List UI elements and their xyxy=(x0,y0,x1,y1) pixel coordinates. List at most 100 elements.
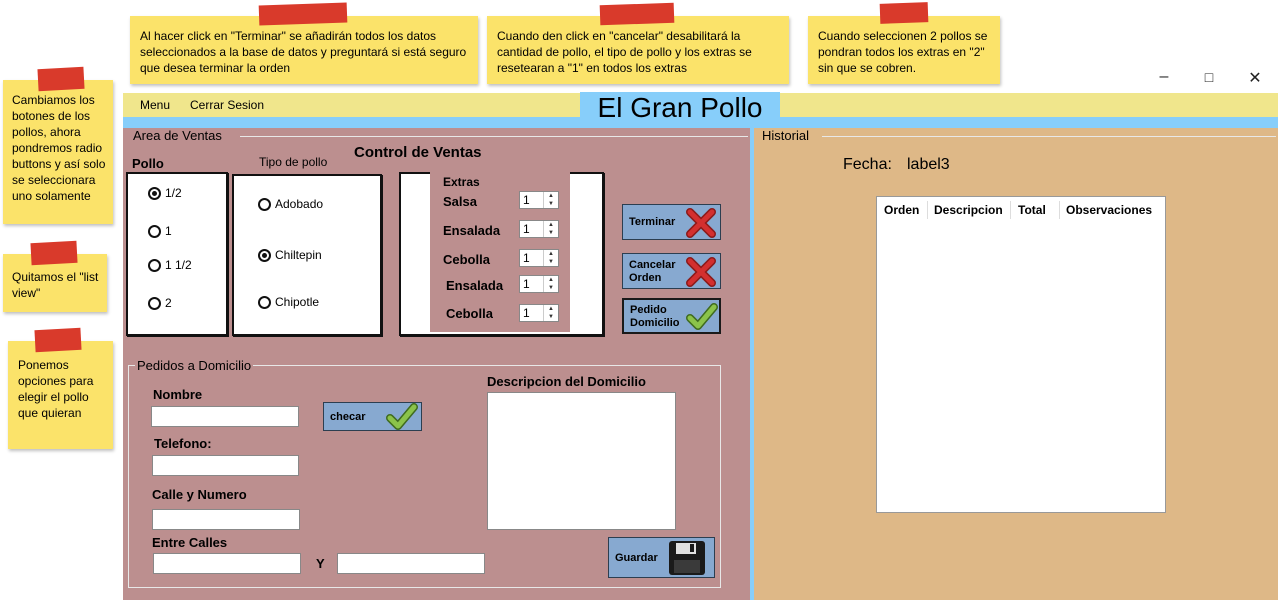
radio-label: 1/2 xyxy=(165,186,182,200)
green-check-icon xyxy=(686,303,718,330)
menu-item-menu[interactable]: Menu xyxy=(140,98,170,112)
nombre-input[interactable] xyxy=(151,406,299,427)
entre-calle-1-input[interactable] xyxy=(153,553,301,574)
spinner-arrows-icon[interactable]: ▲ ▼ xyxy=(543,276,558,292)
radio-selected-icon xyxy=(148,186,161,200)
sticky-note-text: Ponemos opciones para elegir el pollo qu… xyxy=(18,358,94,420)
extra-label-salsa: Salsa xyxy=(443,194,477,209)
sticky-note-text: Cambiamos los botones de los pollos, aho… xyxy=(12,93,106,203)
maximize-icon[interactable]: □ xyxy=(1194,69,1224,85)
extra-cebolla-2-spinner[interactable]: 1 ▲ ▼ xyxy=(519,304,559,322)
fecha-value: label3 xyxy=(907,156,950,173)
cancelar-button-label-1: Cancelar xyxy=(629,259,676,271)
telefono-input[interactable] xyxy=(152,455,299,476)
sticky-note-text: Cuando den click en "cancelar" desabilit… xyxy=(497,29,752,75)
tape-decoration xyxy=(879,2,929,24)
tape-decoration xyxy=(599,2,675,26)
checar-button[interactable]: checar xyxy=(323,402,422,431)
sticky-note-text: Quitamos el "list view" xyxy=(12,270,99,300)
spinner-value: 1 xyxy=(523,277,530,291)
sticky-note-text: Cuando seleccionen 2 pollos se pondran t… xyxy=(818,29,988,75)
pollo-option-two[interactable]: 2 xyxy=(148,296,172,310)
close-icon[interactable]: ✕ xyxy=(1240,68,1270,88)
pedido-button-label-1: Pedido xyxy=(630,304,667,316)
column-header-observaciones[interactable]: Observaciones xyxy=(1066,203,1152,217)
extra-cebolla-spinner[interactable]: 1 ▲ ▼ xyxy=(519,249,559,267)
red-x-icon xyxy=(686,208,716,238)
pollo-option-one-half[interactable]: 1 1/2 xyxy=(148,258,192,272)
extra-label-cebolla: Cebolla xyxy=(443,252,490,267)
ventas-group-border xyxy=(240,136,748,137)
extra-ensalada-2-spinner[interactable]: 1 ▲ ▼ xyxy=(519,275,559,293)
terminar-button[interactable]: Terminar xyxy=(622,204,721,240)
column-separator xyxy=(1059,201,1060,219)
sticky-note-cancelar: Cuando den click en "cancelar" desabilit… xyxy=(487,16,789,84)
column-header-orden[interactable]: Orden xyxy=(884,203,919,217)
pollo-option-one[interactable]: 1 xyxy=(148,224,172,238)
cancelar-orden-button[interactable]: Cancelar Orden xyxy=(622,253,721,289)
sticky-note-terminar: Al hacer click en "Terminar" se añadirán… xyxy=(130,16,478,84)
radio-label: Adobado xyxy=(275,197,324,211)
column-separator xyxy=(1010,201,1011,219)
spinner-arrows-icon[interactable]: ▲ ▼ xyxy=(543,250,558,266)
spinner-value: 1 xyxy=(523,306,530,320)
pollo-option-half[interactable]: 1/2 xyxy=(148,186,182,200)
radio-label: 2 xyxy=(165,296,172,310)
spinner-value: 1 xyxy=(523,193,530,207)
fecha-label: Fecha: xyxy=(843,156,892,173)
domicilio-group-label: Pedidos a Domicilio xyxy=(135,358,254,373)
spinner-arrows-icon[interactable]: ▲ ▼ xyxy=(543,305,558,321)
radio-icon xyxy=(148,224,161,238)
extra-label-ensalada-2: Ensalada xyxy=(446,278,504,293)
guardar-button[interactable]: Guardar xyxy=(608,537,715,578)
column-header-total[interactable]: Total xyxy=(1018,203,1046,217)
spinner-arrows-icon[interactable]: ▲ ▼ xyxy=(543,221,558,237)
column-header-descripcion[interactable]: Descripcion xyxy=(934,203,1003,217)
historial-list-view[interactable]: Orden Descripcion Total Observaciones xyxy=(876,196,1166,513)
sticky-note-dos-pollos: Cuando seleccionen 2 pollos se pondran t… xyxy=(808,16,1000,84)
extra-label-ensalada: Ensalada xyxy=(443,223,501,238)
historial-group-border xyxy=(822,136,1276,137)
y-label: Y xyxy=(316,556,325,571)
sticky-note-text: Al hacer click en "Terminar" se añadirán… xyxy=(140,29,467,75)
red-x-icon xyxy=(686,257,716,287)
spinner-value: 1 xyxy=(523,222,530,236)
tape-decoration xyxy=(258,2,348,26)
pedido-domicilio-button[interactable]: Pedido Domicilio xyxy=(622,298,721,334)
tipo-option-chiltepin[interactable]: Chiltepin xyxy=(258,248,322,262)
menu-item-cerrar-sesion[interactable]: Cerrar Sesion xyxy=(190,98,264,112)
ventas-title: Control de Ventas xyxy=(354,144,482,161)
radio-icon xyxy=(258,197,271,211)
brand-title: El Gran Pollo xyxy=(580,92,780,124)
radio-label: Chiltepin xyxy=(275,248,322,262)
tape-decoration xyxy=(34,327,82,353)
tape-decoration xyxy=(37,66,85,92)
tipo-option-adobado[interactable]: Adobado xyxy=(258,197,323,211)
extras-label: Extras xyxy=(443,175,480,189)
radio-label: 1 1/2 xyxy=(165,258,192,272)
telefono-label: Telefono: xyxy=(154,436,212,451)
spinner-value: 1 xyxy=(523,251,530,265)
cancelar-button-label-2: Orden xyxy=(629,272,662,284)
radio-selected-icon xyxy=(258,248,271,262)
tape-decoration xyxy=(30,240,78,266)
calle-numero-input[interactable] xyxy=(152,509,300,530)
radio-icon xyxy=(148,296,161,310)
tipo-pollo-label: Tipo de pollo xyxy=(259,155,328,169)
minimize-icon[interactable]: – xyxy=(1149,68,1179,86)
entre-calle-2-input[interactable] xyxy=(337,553,485,574)
guardar-button-label: Guardar xyxy=(615,552,658,564)
terminar-button-label: Terminar xyxy=(629,216,676,228)
descripcion-textarea[interactable] xyxy=(487,392,676,530)
tipo-option-chipotle[interactable]: Chipotle xyxy=(258,295,319,309)
column-separator xyxy=(927,201,928,219)
floppy-disk-icon xyxy=(669,541,705,575)
extra-salsa-spinner[interactable]: 1 ▲ ▼ xyxy=(519,191,559,209)
spinner-arrows-icon[interactable]: ▲ ▼ xyxy=(543,192,558,208)
green-check-icon xyxy=(386,403,418,430)
nombre-label: Nombre xyxy=(153,387,203,402)
calle-numero-label: Calle y Numero xyxy=(152,487,247,502)
ventas-group-label: Area de Ventas xyxy=(133,128,222,143)
extra-ensalada-spinner[interactable]: 1 ▲ ▼ xyxy=(519,220,559,238)
radio-label: 1 xyxy=(165,224,172,238)
